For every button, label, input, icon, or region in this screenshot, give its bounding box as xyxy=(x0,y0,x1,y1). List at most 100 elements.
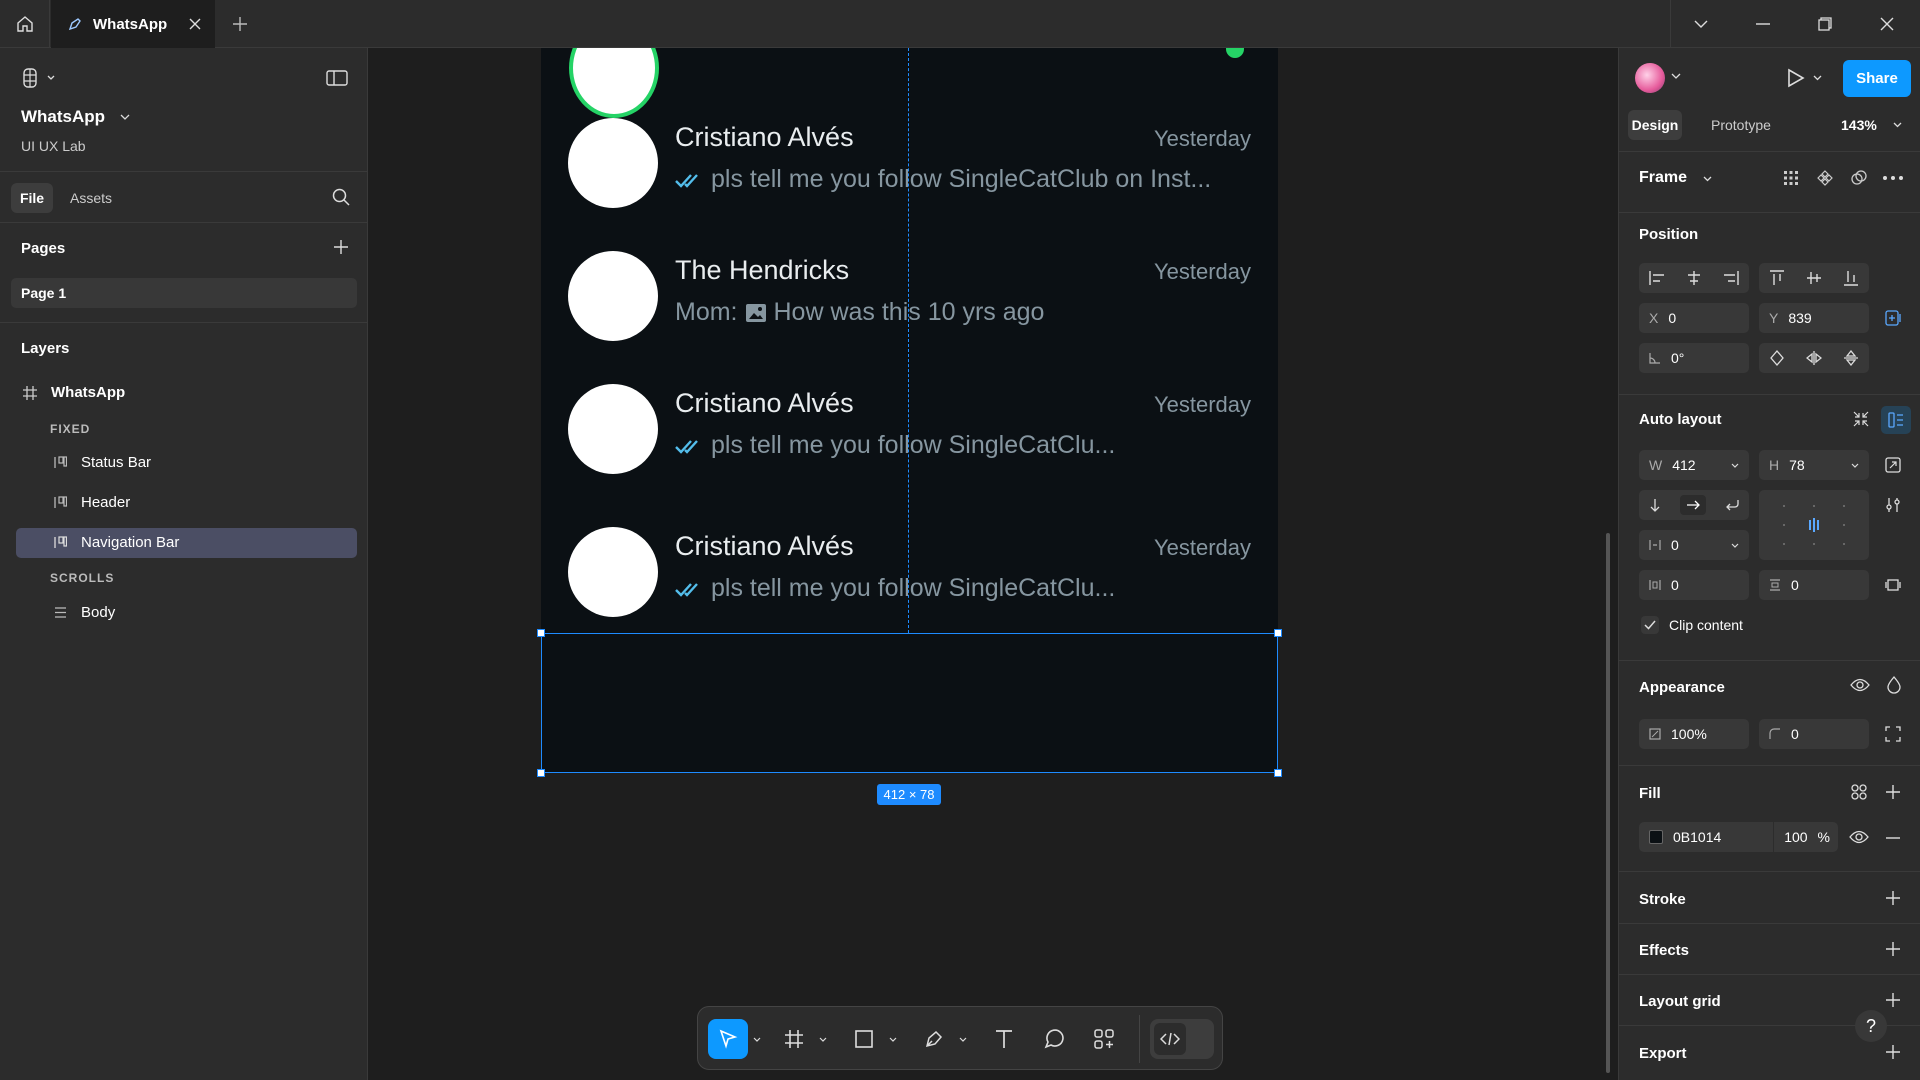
frame-type-dropdown[interactable]: Frame xyxy=(1639,169,1687,187)
chevron-down-icon[interactable] xyxy=(1703,176,1712,182)
clip-content-checkbox[interactable] xyxy=(1641,616,1659,634)
add-export-icon[interactable] xyxy=(1886,1045,1900,1059)
chevron-down-icon[interactable] xyxy=(1851,463,1859,468)
text-tool-icon[interactable] xyxy=(988,1019,1020,1059)
chat-row[interactable]: Cristiano Alvés Yesterday pls tell me yo… xyxy=(541,527,1278,627)
gap-field[interactable]: 0 xyxy=(1639,530,1749,560)
layer-status-bar[interactable]: Status Bar xyxy=(54,454,151,471)
pen-tool-icon[interactable] xyxy=(918,1019,950,1059)
resize-to-fit-icon[interactable] xyxy=(1885,457,1901,473)
add-stroke-icon[interactable] xyxy=(1886,891,1900,905)
align-left-icon[interactable] xyxy=(1649,271,1665,285)
blend-mode-icon[interactable] xyxy=(1887,676,1901,694)
comment-tool-icon[interactable] xyxy=(1038,1019,1070,1059)
arrow-down-icon[interactable] xyxy=(1649,498,1661,512)
flip-vertical-icon[interactable] xyxy=(1844,350,1858,366)
chevron-down-icon[interactable] xyxy=(1893,122,1902,128)
styles-icon[interactable] xyxy=(1851,784,1867,800)
chat-row[interactable]: Cristiano Alvés Yesterday pls tell me yo… xyxy=(541,384,1278,514)
constraints-icon[interactable] xyxy=(1885,310,1903,326)
add-layout-grid-icon[interactable] xyxy=(1886,993,1900,1007)
canvas-scrollbar[interactable] xyxy=(1606,533,1610,1073)
actions-tool-icon[interactable] xyxy=(1088,1019,1120,1059)
zoom-level[interactable]: 143% xyxy=(1841,117,1877,133)
resize-handle[interactable] xyxy=(537,769,545,777)
home-icon[interactable] xyxy=(0,0,50,48)
fill-color-field[interactable]: 0B1014 100 % xyxy=(1639,822,1838,852)
resize-handle[interactable] xyxy=(1274,769,1282,777)
independent-corners-icon[interactable] xyxy=(1885,726,1901,742)
share-button[interactable]: Share xyxy=(1843,60,1911,97)
alignment-grid[interactable] xyxy=(1759,490,1869,560)
corner-radius-field[interactable]: 0 xyxy=(1759,719,1869,749)
chevron-down-icon[interactable] xyxy=(1670,0,1732,48)
search-icon[interactable] xyxy=(332,188,350,206)
help-button[interactable]: ? xyxy=(1855,1010,1887,1042)
selected-navigation-bar[interactable] xyxy=(541,633,1278,773)
sidebar-toggle-icon[interactable] xyxy=(326,70,348,86)
chevron-down-icon[interactable] xyxy=(1813,75,1822,81)
align-bottom-icon[interactable] xyxy=(1843,270,1858,286)
height-field[interactable]: H 78 xyxy=(1759,450,1869,480)
dev-mode-toggle[interactable] xyxy=(1150,1019,1214,1059)
wrap-icon[interactable] xyxy=(1725,499,1739,511)
collapse-icon[interactable] xyxy=(1853,411,1869,427)
tab-assets[interactable]: Assets xyxy=(70,190,112,206)
resize-handle[interactable] xyxy=(1274,629,1282,637)
minimize-icon[interactable] xyxy=(1732,0,1794,48)
layer-header[interactable]: Header xyxy=(54,494,130,511)
layout-settings-icon[interactable] xyxy=(1885,497,1901,513)
chevron-down-icon[interactable] xyxy=(1731,463,1739,468)
vertical-padding-field[interactable]: 0 xyxy=(1759,570,1869,600)
tab-whatsapp[interactable]: WhatsApp xyxy=(51,0,215,48)
design-canvas[interactable]: Cristiano Alvés Yesterday pls tell me yo… xyxy=(369,48,1618,1080)
align-top-icon[interactable] xyxy=(1770,270,1785,286)
tab-prototype[interactable]: Prototype xyxy=(1711,117,1771,133)
chevron-down-icon[interactable] xyxy=(1671,73,1681,79)
restore-icon[interactable] xyxy=(1794,0,1856,48)
flip-horizontal-icon[interactable] xyxy=(1806,351,1822,365)
align-center-h-icon[interactable] xyxy=(1686,271,1702,285)
team-name[interactable]: UI UX Lab xyxy=(21,138,86,154)
chevron-down-icon[interactable] xyxy=(1731,543,1739,548)
arrow-right-icon[interactable] xyxy=(1679,495,1706,515)
eye-icon[interactable] xyxy=(1850,678,1870,692)
chevron-down-icon[interactable] xyxy=(886,1019,900,1059)
boolean-icon[interactable] xyxy=(1851,170,1867,186)
move-tool-icon[interactable] xyxy=(708,1019,748,1059)
chevron-down-icon[interactable] xyxy=(750,1019,764,1059)
layer-body[interactable]: Body xyxy=(54,604,115,621)
avatar[interactable] xyxy=(1635,63,1665,93)
chat-row[interactable]: Cristiano Alvés Yesterday pls tell me yo… xyxy=(541,118,1278,248)
new-tab-icon[interactable] xyxy=(228,12,252,36)
add-effect-icon[interactable] xyxy=(1886,942,1900,956)
file-name[interactable]: WhatsApp xyxy=(21,107,105,127)
tab-design[interactable]: Design xyxy=(1628,110,1682,140)
add-page-icon[interactable] xyxy=(334,240,348,254)
individual-padding-icon[interactable] xyxy=(1885,577,1901,593)
close-window-icon[interactable] xyxy=(1856,0,1918,48)
align-right-icon[interactable] xyxy=(1723,271,1739,285)
component-icon[interactable] xyxy=(1817,170,1833,186)
main-menu-button[interactable] xyxy=(22,68,58,88)
chevron-down-icon[interactable] xyxy=(956,1019,970,1059)
rotate-icon[interactable] xyxy=(1770,350,1784,366)
layer-navigation-bar[interactable]: Navigation Bar xyxy=(54,534,179,551)
grid-icon[interactable] xyxy=(1783,170,1799,186)
chat-row[interactable]: The Hendricks Yesterday Mom: How was thi… xyxy=(541,251,1278,381)
align-middle-icon[interactable] xyxy=(1806,270,1821,286)
close-tab-icon[interactable] xyxy=(189,18,201,30)
more-options-icon[interactable] xyxy=(1883,176,1903,180)
auto-layout-toggle-icon[interactable] xyxy=(1881,406,1911,434)
width-field[interactable]: W 412 xyxy=(1639,450,1749,480)
present-icon[interactable] xyxy=(1787,68,1805,88)
file-menu-chevron-icon[interactable] xyxy=(120,114,130,120)
x-position-field[interactable]: X 0 xyxy=(1639,303,1749,333)
fill-visibility-icon[interactable] xyxy=(1849,830,1869,844)
tab-file[interactable]: File xyxy=(11,183,53,213)
rectangle-tool-icon[interactable] xyxy=(848,1019,880,1059)
color-swatch[interactable] xyxy=(1649,830,1663,844)
whatsapp-frame[interactable]: Cristiano Alvés Yesterday pls tell me yo… xyxy=(541,48,1278,633)
resize-handle[interactable] xyxy=(537,629,545,637)
opacity-field[interactable]: 100% xyxy=(1639,719,1749,749)
